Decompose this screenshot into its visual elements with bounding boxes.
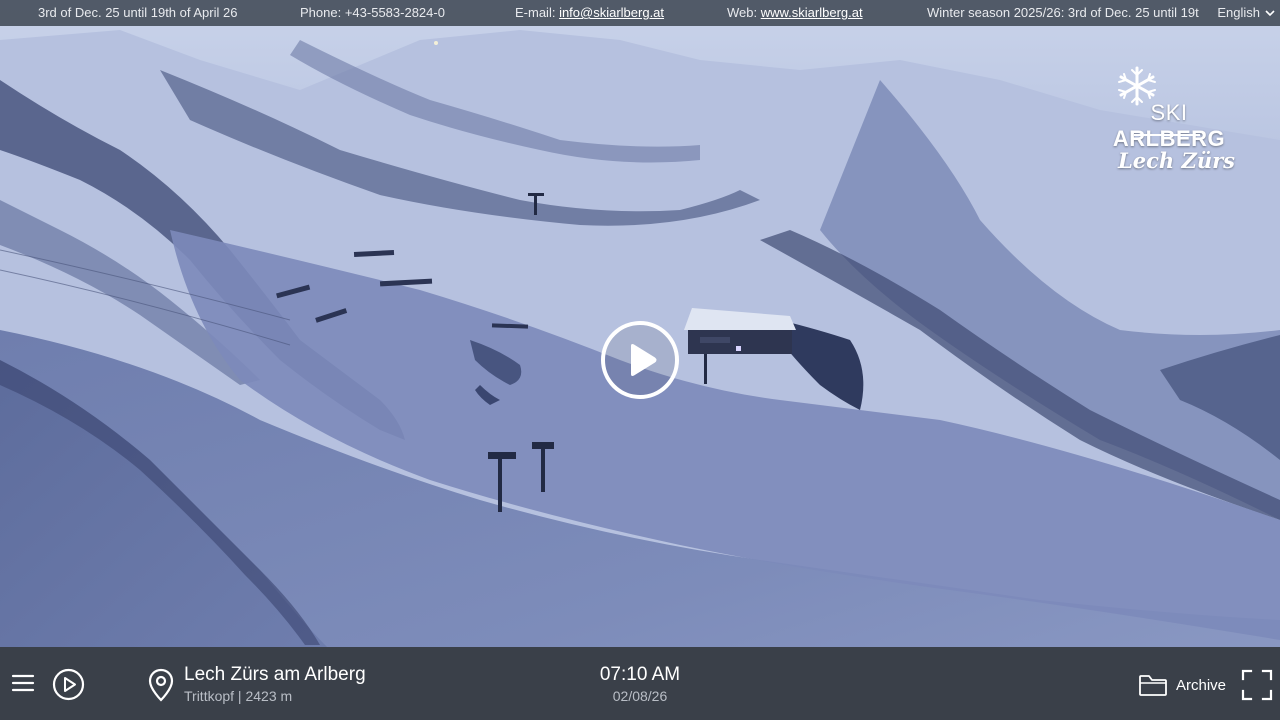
logo-ski: SKI [1150, 100, 1188, 125]
email-label: E-mail: [515, 5, 560, 20]
ski-arlberg-logo[interactable]: SKI ARLBERG Lech Zürs [1092, 60, 1242, 180]
web-label: Web: [727, 5, 761, 20]
web-info: Web: www.skiarlberg.at [727, 0, 863, 26]
phone-value: +43-5583-2824-0 [344, 5, 445, 20]
archive-button[interactable]: Archive [1138, 673, 1226, 697]
webcam-viewer: 3rd of Dec. 25 until 19th of April 26 Ph… [0, 0, 1280, 720]
phone-label: Phone: [300, 5, 345, 20]
language-label: English [1217, 5, 1260, 20]
fullscreen-icon[interactable] [1241, 669, 1273, 701]
location-title: Lech Zürs am Arlberg [184, 664, 366, 685]
capture-time: 07:10 AM [599, 664, 681, 685]
season-dates: 3rd of Dec. 25 until 19th of April 26 [38, 5, 238, 20]
winter-season-info: Winter season 2025/26: 3rd of Dec. 25 un… [927, 5, 1199, 20]
capture-date: 02/08/26 [612, 688, 668, 704]
play-icon[interactable] [52, 668, 85, 701]
play-icon [601, 321, 679, 399]
hamburger-icon[interactable] [10, 671, 36, 695]
chevron-down-icon [1265, 10, 1275, 17]
email-link[interactable]: info@skiarlberg.at [559, 5, 664, 20]
folder-icon [1139, 675, 1167, 696]
logo-text: SKI ARLBERG [1096, 100, 1242, 152]
archive-label: Archive [1176, 676, 1227, 694]
phone-info: Phone: +43-5583-2824-0 [300, 0, 445, 26]
email-info: E-mail: info@skiarlberg.at [515, 0, 664, 26]
logo-divider [1134, 134, 1200, 136]
location-subtitle: Trittkopf | 2423 m [184, 688, 293, 704]
map-pin-icon [148, 668, 174, 702]
web-link[interactable]: www.skiarlberg.at [761, 5, 863, 20]
bottom-control-bar: Lech Zürs am Arlberg Trittkopf | 2423 m … [0, 647, 1280, 720]
play-overlay-button[interactable] [599, 319, 681, 401]
logo-subtitle: Lech Zürs [1118, 148, 1235, 173]
language-selector[interactable]: English [1217, 0, 1276, 26]
timestamp: 07:10 AM 02/08/26 [540, 663, 740, 705]
location-info[interactable]: Lech Zürs am Arlberg Trittkopf | 2423 m [184, 663, 366, 705]
top-info-bar: 3rd of Dec. 25 until 19th of April 26 Ph… [0, 0, 1280, 26]
